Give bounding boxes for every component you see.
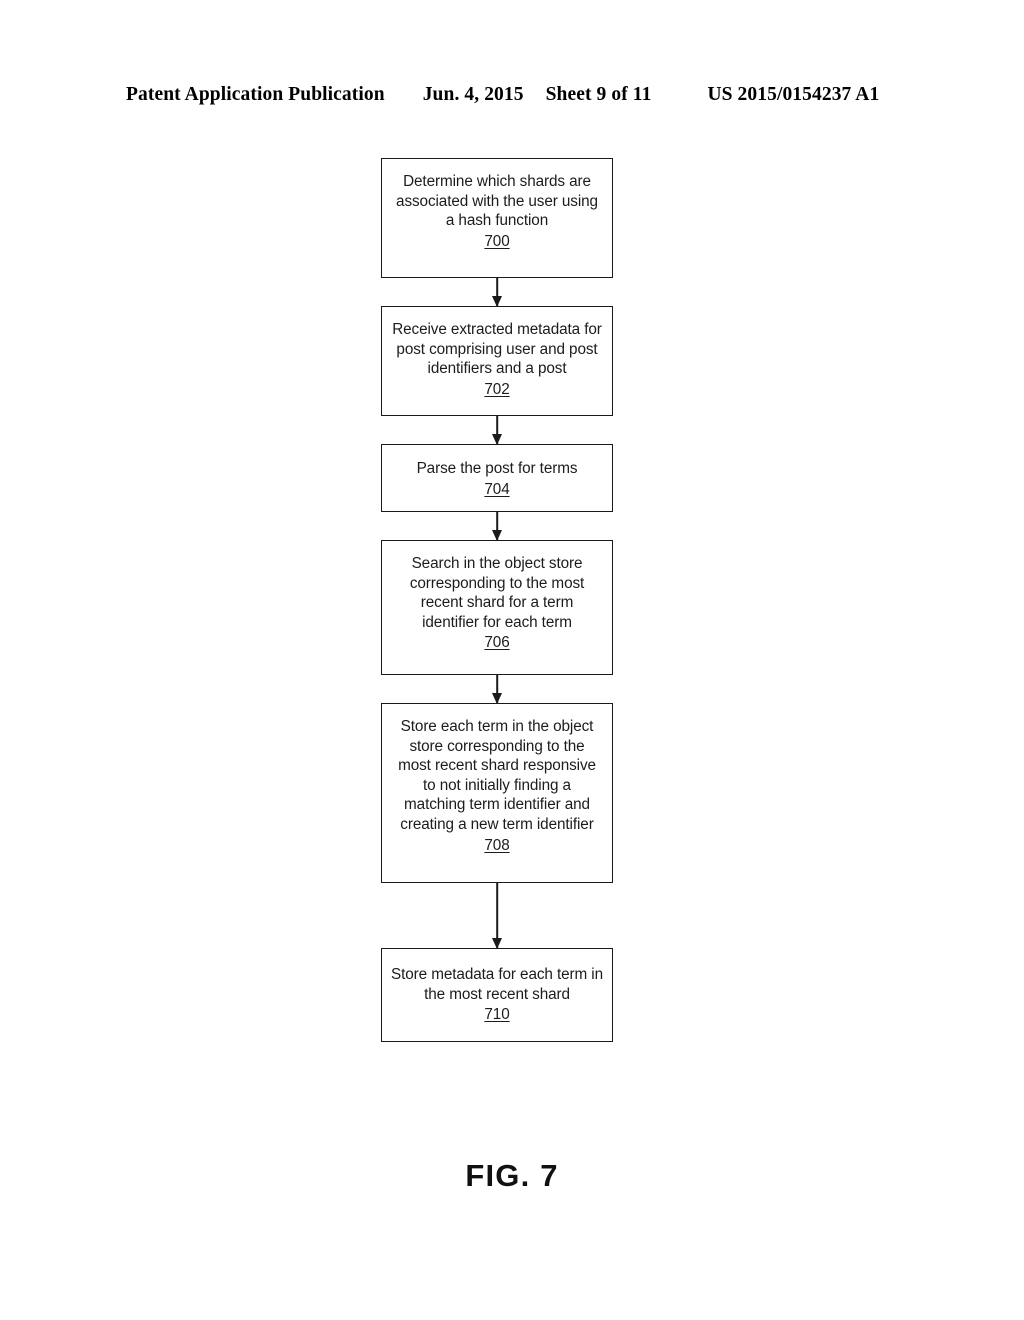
flow-node-706: Search in the object store corresponding… xyxy=(381,540,613,675)
flow-node-710: Store metadata for each term in the most… xyxy=(381,948,613,1042)
publication-date: Jun. 4, 2015 xyxy=(422,84,524,105)
flowchart: Determine which shards are associated wi… xyxy=(381,158,613,1042)
connector-700-702 xyxy=(381,278,613,307)
figure-caption: FIG. 7 xyxy=(465,1158,559,1193)
connector-702-704 xyxy=(381,416,613,445)
flow-node-706-ref: 706 xyxy=(484,634,510,652)
flow-node-708: Store each term in the object store corr… xyxy=(381,703,613,883)
flow-node-700: Determine which shards are associated wi… xyxy=(381,158,613,278)
flow-node-708-ref: 708 xyxy=(484,836,510,854)
flow-node-702-text: Receive extracted metadata for post comp… xyxy=(392,321,602,378)
flow-node-704-ref: 704 xyxy=(484,480,510,498)
publication-label: Patent Application Publication xyxy=(126,84,385,105)
sheet-number: Sheet 9 of 11 xyxy=(545,84,652,105)
flow-node-700-text: Determine which shards are associated wi… xyxy=(396,173,598,230)
flow-node-700-ref: 700 xyxy=(484,232,510,250)
connector-706-708 xyxy=(381,675,613,704)
flow-node-702: Receive extracted metadata for post comp… xyxy=(381,306,613,416)
flow-node-708-text: Store each term in the object store corr… xyxy=(398,718,596,833)
connector-704-706 xyxy=(381,512,613,541)
connector-708-710 xyxy=(381,883,613,949)
arrowhead-icon xyxy=(492,530,502,541)
flow-node-704: Parse the post for terms 704 xyxy=(381,444,613,512)
header-date-sheet: Jun. 4, 2015 Sheet 9 of 11 xyxy=(423,84,652,106)
arrowhead-icon xyxy=(492,296,502,307)
patent-number: US 2015/0154237 A1 xyxy=(707,84,880,105)
flow-node-702-ref: 702 xyxy=(484,380,510,398)
arrowhead-icon xyxy=(492,938,502,949)
flow-node-706-text: Search in the object store corresponding… xyxy=(409,555,585,631)
sheet-header: Patent Application Publication Jun. 4, 2… xyxy=(126,84,886,106)
arrowhead-icon xyxy=(492,693,502,704)
flow-node-710-ref: 710 xyxy=(484,1006,510,1024)
flow-node-704-text: Parse the post for terms xyxy=(416,460,578,477)
arrowhead-icon xyxy=(492,434,502,445)
flow-node-710-text: Store metadata for each term in the most… xyxy=(391,966,604,1003)
